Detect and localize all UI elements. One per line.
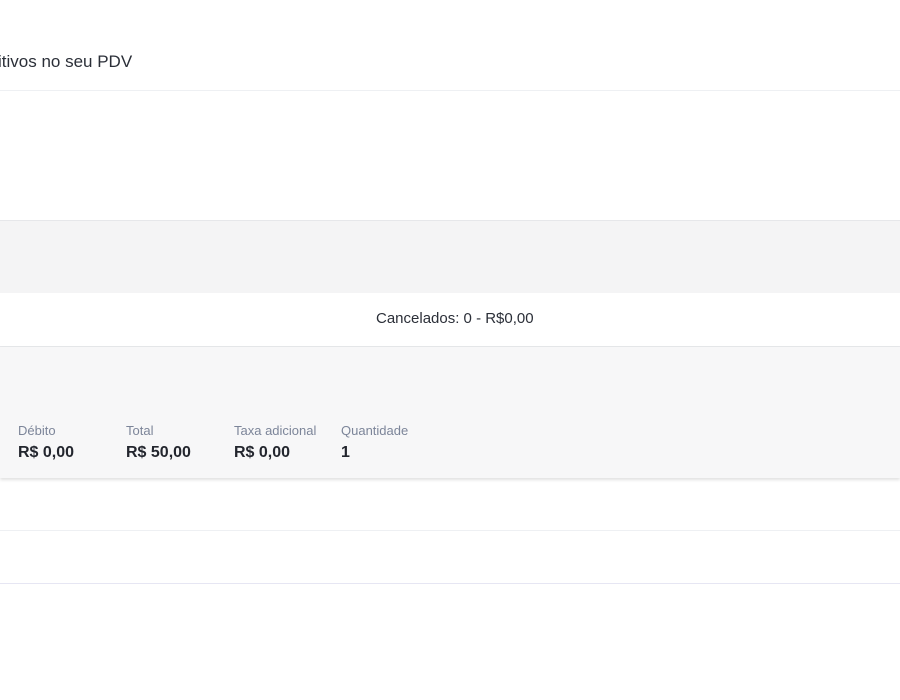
stat-label: Total xyxy=(126,423,154,438)
cancelled-summary: Cancelados: 0 - R$0,00 xyxy=(376,310,534,327)
stat-label: Quantidade xyxy=(341,423,409,438)
list-divider xyxy=(0,583,900,584)
header-divider xyxy=(0,90,900,91)
stat-taxa-adicional: Taxa adicional R$ 0,00 xyxy=(234,424,316,461)
stat-value: R$ 0,00 xyxy=(234,444,291,461)
stat-value: R$ 50,00 xyxy=(126,444,191,461)
page: itivos no seu PDV Cancelados: 0 - R$0,00… xyxy=(0,0,900,700)
list-divider xyxy=(0,530,900,531)
filter-bar xyxy=(0,220,900,294)
stat-total: Total R$ 50,00 xyxy=(126,424,191,461)
stat-label: Débito xyxy=(18,423,56,438)
stat-debito: Débito R$ 0,00 xyxy=(18,424,74,461)
stat-label: Taxa adicional xyxy=(234,423,317,438)
stat-value: 1 xyxy=(341,444,350,461)
header-subtitle: itivos no seu PDV xyxy=(0,52,133,71)
stat-value: R$ 0,00 xyxy=(18,444,75,461)
stat-quantidade: Quantidade 1 xyxy=(341,424,408,461)
